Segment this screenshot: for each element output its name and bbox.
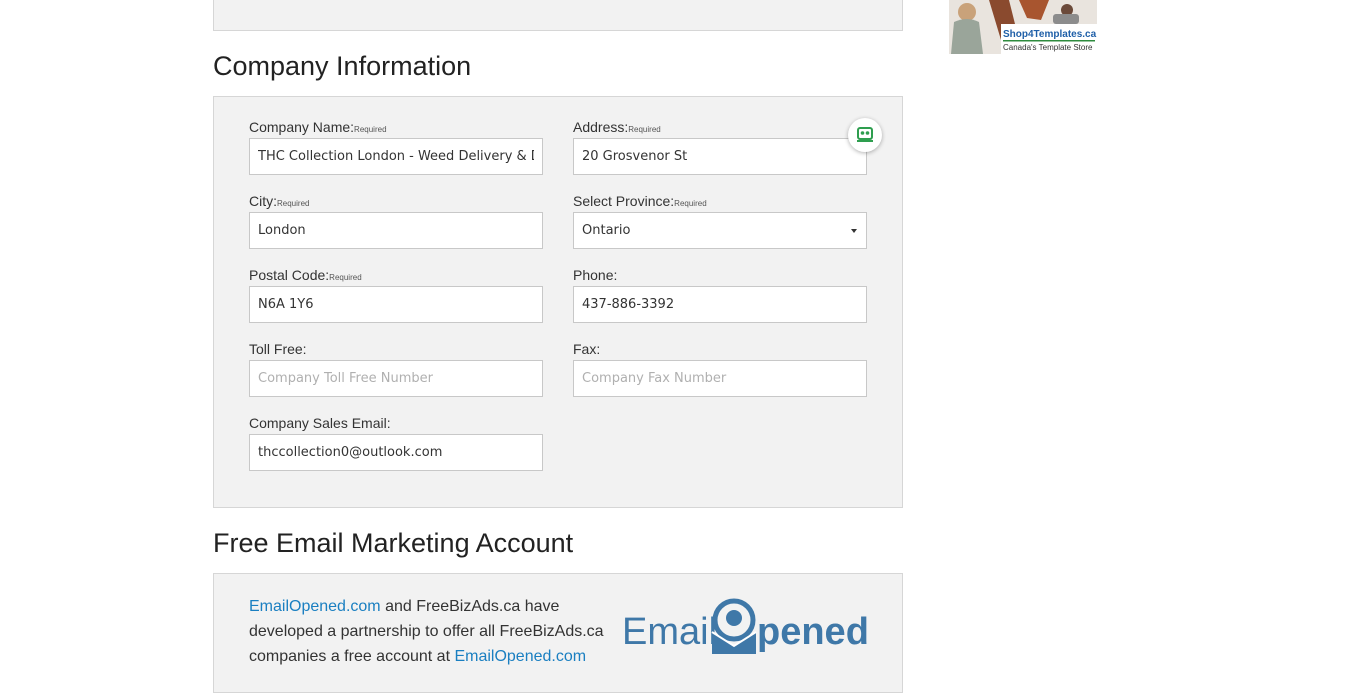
phone-label-text: Phone: — [573, 267, 618, 283]
province-select[interactable]: Ontario — [573, 212, 867, 249]
sales-email-label: Company Sales Email: — [249, 415, 391, 431]
required-tag: Required — [354, 125, 387, 134]
phone-input[interactable] — [573, 286, 867, 323]
ad-illustration: Shop4Templates.ca Canada's Template Stor… — [949, 0, 1097, 54]
province-selected-value: Ontario — [582, 223, 631, 238]
postal-code-input[interactable] — [249, 286, 543, 323]
envelope-pin-icon — [711, 598, 757, 654]
company-name-label: Company Name:Required — [249, 119, 387, 135]
email-marketing-description: EmailOpened.com and FreeBizAds.ca have d… — [249, 594, 609, 669]
logo-text-email: Email — [622, 611, 717, 653]
city-input[interactable] — [249, 212, 543, 249]
toll-free-label-text: Toll Free: — [249, 341, 307, 357]
company-information-heading: Company Information — [213, 51, 472, 81]
fax-input[interactable] — [573, 360, 867, 397]
required-tag: Required — [329, 273, 362, 282]
shop4templates-ad[interactable]: Shop4Templates.ca Canada's Template Stor… — [949, 0, 1097, 54]
address-label-text: Address: — [573, 119, 629, 135]
address-input[interactable] — [573, 138, 867, 175]
address-label: Address:Required — [573, 119, 661, 135]
chevron-down-icon — [851, 229, 857, 233]
previous-section-panel — [213, 0, 903, 31]
fax-label-text: Fax: — [573, 341, 601, 357]
city-label: City:Required — [249, 193, 309, 209]
postal-code-label-text: Postal Code: — [249, 267, 330, 283]
emailopened-logo-graphic: Email pened — [622, 598, 869, 654]
emailopened-link[interactable]: EmailOpened.com — [249, 598, 381, 615]
province-label-text: Select Province: — [573, 193, 675, 209]
fax-label: Fax: — [573, 341, 600, 357]
ad-brand-text: Shop4Templates.ca — [1003, 29, 1097, 40]
postal-code-label: Postal Code:Required — [249, 267, 362, 283]
company-name-input[interactable] — [249, 138, 543, 175]
required-tag: Required — [628, 125, 661, 134]
logo-text-pened: pened — [757, 611, 869, 653]
password-manager-glyph — [857, 127, 873, 142]
city-label-text: City: — [249, 193, 277, 209]
toll-free-input[interactable] — [249, 360, 543, 397]
emailopened-logo[interactable]: Email pened — [620, 596, 870, 656]
sales-email-label-text: Company Sales Email: — [249, 415, 391, 431]
company-name-label-text: Company Name: — [249, 119, 355, 135]
toll-free-label: Toll Free: — [249, 341, 307, 357]
province-label: Select Province:Required — [573, 193, 707, 209]
sales-email-input[interactable] — [249, 434, 543, 471]
email-marketing-heading: Free Email Marketing Account — [213, 528, 574, 558]
phone-label: Phone: — [573, 267, 617, 283]
required-tag: Required — [277, 199, 310, 208]
required-tag: Required — [674, 199, 707, 208]
ad-tagline-text: Canada's Template Store — [1003, 43, 1093, 52]
password-manager-icon[interactable] — [848, 118, 882, 152]
